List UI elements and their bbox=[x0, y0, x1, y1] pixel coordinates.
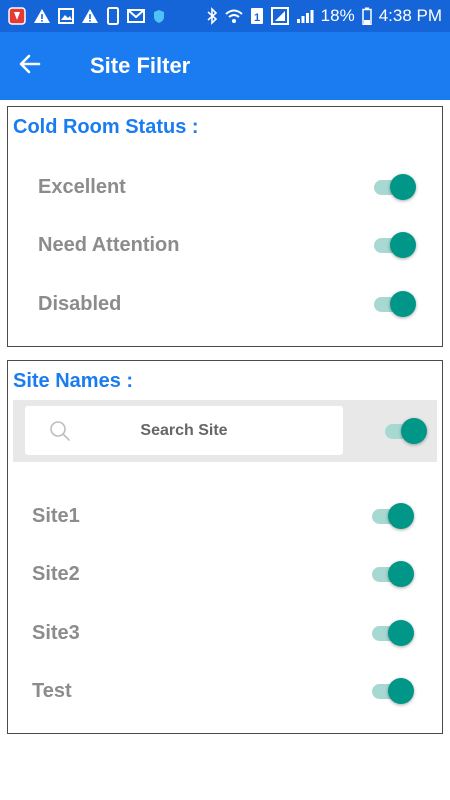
wifi-icon bbox=[224, 8, 243, 24]
site-row-site3: Site3 bbox=[8, 613, 442, 653]
toggle-switch-need-attention[interactable] bbox=[372, 231, 416, 259]
sim-icon: 1 bbox=[250, 7, 264, 25]
toggle-thumb bbox=[401, 418, 427, 444]
status-bar-right: 1 18% 4:38 PM bbox=[206, 6, 442, 26]
app-notification-icon bbox=[8, 7, 26, 25]
arrow-left-icon bbox=[19, 54, 41, 79]
status-bar-left bbox=[8, 7, 166, 25]
site-names-title: Site Names : bbox=[13, 370, 134, 392]
cold-room-status-card: Cold Room Status : Excellent Need Attent… bbox=[7, 106, 443, 347]
toggle-thumb bbox=[390, 174, 416, 200]
svg-text:1: 1 bbox=[254, 12, 260, 24]
search-input[interactable]: Search Site bbox=[25, 406, 343, 455]
battery-icon bbox=[361, 7, 372, 25]
battery-percent: 18% bbox=[320, 6, 355, 25]
site-label: Site3 bbox=[32, 621, 80, 644]
toggle-thumb bbox=[388, 503, 414, 529]
toggle-thumb bbox=[388, 678, 414, 704]
toggle-switch-site2[interactable] bbox=[370, 560, 414, 588]
search-bar: Search Site bbox=[13, 400, 437, 462]
signal-icon bbox=[296, 8, 314, 24]
clock: 4:38 PM bbox=[378, 6, 442, 25]
filter-row-need-attention: Need Attention bbox=[8, 225, 442, 265]
warning-icon bbox=[81, 8, 99, 24]
toggle-thumb bbox=[388, 620, 414, 646]
device-icon bbox=[106, 7, 120, 25]
filter-label: Excellent bbox=[38, 175, 126, 198]
site-label: Test bbox=[32, 679, 72, 702]
bluetooth-icon bbox=[206, 7, 218, 25]
search-placeholder: Search Site bbox=[140, 422, 228, 439]
toggle-thumb bbox=[390, 232, 416, 258]
filter-row-excellent: Excellent bbox=[8, 167, 442, 207]
page-title: Site Filter bbox=[90, 53, 191, 78]
shield-icon bbox=[152, 8, 166, 24]
site-label: Site2 bbox=[32, 562, 80, 585]
status-bar: 1 18% 4:38 PM bbox=[0, 0, 450, 32]
toggle-thumb bbox=[390, 291, 416, 317]
toggle-switch-test[interactable] bbox=[370, 677, 414, 705]
image-icon bbox=[58, 8, 74, 24]
cold-room-status-title: Cold Room Status : bbox=[13, 116, 199, 138]
site-row-site1: Site1 bbox=[8, 496, 442, 536]
back-button[interactable] bbox=[0, 32, 60, 100]
filter-row-disabled: Disabled bbox=[8, 284, 442, 324]
app-bar: Site Filter bbox=[0, 32, 450, 100]
toggle-thumb bbox=[388, 561, 414, 587]
site-row-test: Test bbox=[8, 671, 442, 711]
warning-icon bbox=[33, 8, 51, 24]
toggle-switch-site3[interactable] bbox=[370, 619, 414, 647]
toggle-switch-excellent[interactable] bbox=[372, 173, 416, 201]
site-row-site2: Site2 bbox=[8, 554, 442, 594]
toggle-switch-site1[interactable] bbox=[370, 502, 414, 530]
signal-box-icon bbox=[270, 7, 289, 25]
mail-icon bbox=[127, 9, 145, 23]
site-names-card: Site Names : Search Site Site1 Site2 Sit… bbox=[7, 360, 443, 734]
site-label: Site1 bbox=[32, 504, 80, 527]
filter-label: Need Attention bbox=[38, 233, 180, 256]
filter-label: Disabled bbox=[38, 292, 122, 315]
toggle-switch-disabled[interactable] bbox=[372, 290, 416, 318]
toggle-switch-select-all-sites[interactable] bbox=[383, 417, 427, 445]
